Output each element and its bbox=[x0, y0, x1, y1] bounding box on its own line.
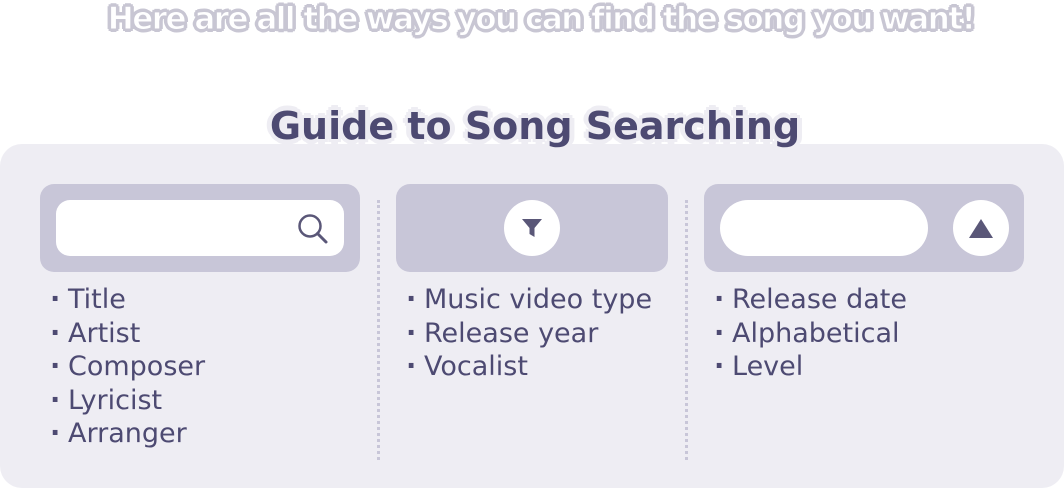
sort-order-field[interactable] bbox=[720, 200, 928, 256]
list-item: · Release year bbox=[406, 317, 599, 349]
sort-ascending-icon bbox=[969, 219, 993, 238]
list-item: · Release date bbox=[714, 284, 907, 315]
column-divider bbox=[377, 200, 380, 460]
sort-criteria-list: · Release date · Alphabetical · Level bbox=[714, 283, 907, 384]
filter-widget-illustration bbox=[396, 184, 668, 272]
list-item: · Arranger bbox=[50, 418, 187, 449]
sort-direction-button[interactable] bbox=[953, 200, 1009, 256]
search-icon[interactable] bbox=[296, 212, 330, 246]
page-subtitle: Here are all the ways you can find the s… bbox=[107, 1, 976, 38]
search-widget-illustration bbox=[40, 184, 360, 272]
list-item: · Title bbox=[50, 284, 126, 315]
list-item: · Alphabetical bbox=[714, 317, 900, 349]
list-item: · Level bbox=[714, 351, 804, 382]
search-criteria-list: · Title · Artist · Composer · Lyricist · Arra… bbox=[50, 283, 205, 451]
filter-button[interactable] bbox=[504, 200, 560, 256]
list-item: · Artist bbox=[50, 317, 141, 349]
list-item: · Music video type bbox=[406, 284, 653, 315]
filter-icon bbox=[522, 219, 542, 237]
search-input[interactable] bbox=[56, 200, 344, 256]
page-title: Guide to Song Searching bbox=[269, 104, 801, 148]
list-item: · Composer bbox=[50, 351, 206, 382]
sort-widget-illustration bbox=[704, 184, 1024, 272]
filter-criteria-list: · Music video type · Release year · Vocalis… bbox=[406, 283, 652, 384]
list-item: · Vocalist bbox=[406, 351, 528, 382]
list-item: · Lyricist bbox=[50, 384, 163, 416]
column-divider bbox=[685, 200, 688, 460]
